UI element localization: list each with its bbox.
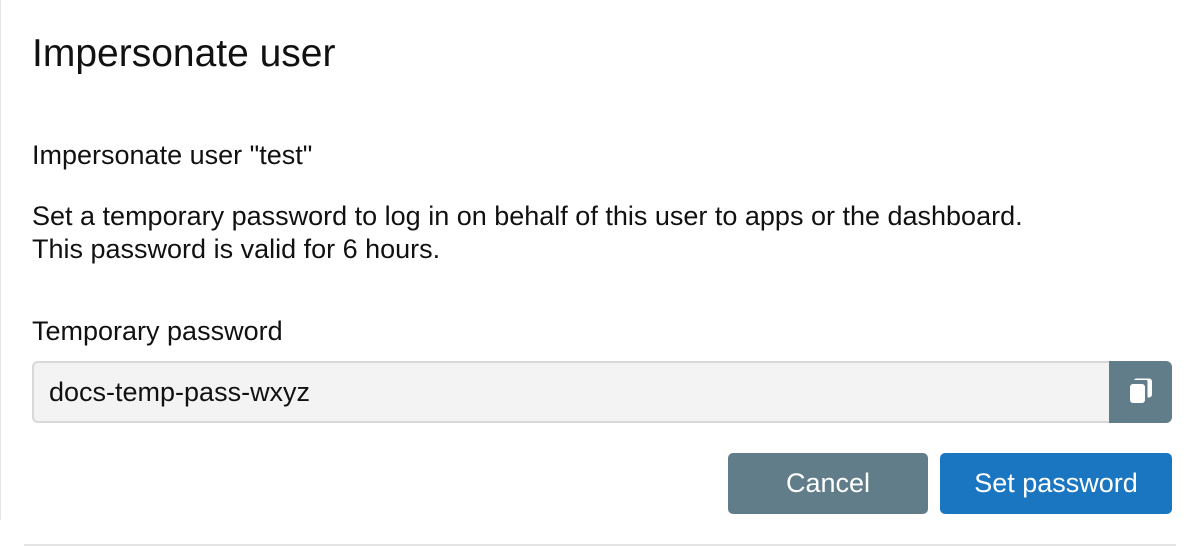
description-line-2: This password is valid for 6 hours. (32, 234, 441, 264)
copy-password-button[interactable] (1109, 361, 1172, 423)
impersonate-user-dialog: Impersonate user Impersonate user "test"… (0, 0, 1200, 520)
temporary-password-input[interactable] (32, 361, 1109, 423)
temporary-password-group (32, 361, 1172, 423)
copy-icon (1128, 377, 1154, 408)
set-password-button[interactable]: Set password (940, 453, 1172, 514)
dialog-subject: Impersonate user "test" (32, 140, 313, 170)
cancel-button[interactable]: Cancel (728, 453, 928, 514)
dialog-title: Impersonate user (32, 32, 336, 75)
temporary-password-label: Temporary password (32, 316, 283, 346)
description-line-1: Set a temporary password to log in on be… (32, 201, 1023, 231)
dialog-description: Set a temporary password to log in on be… (32, 200, 1023, 266)
